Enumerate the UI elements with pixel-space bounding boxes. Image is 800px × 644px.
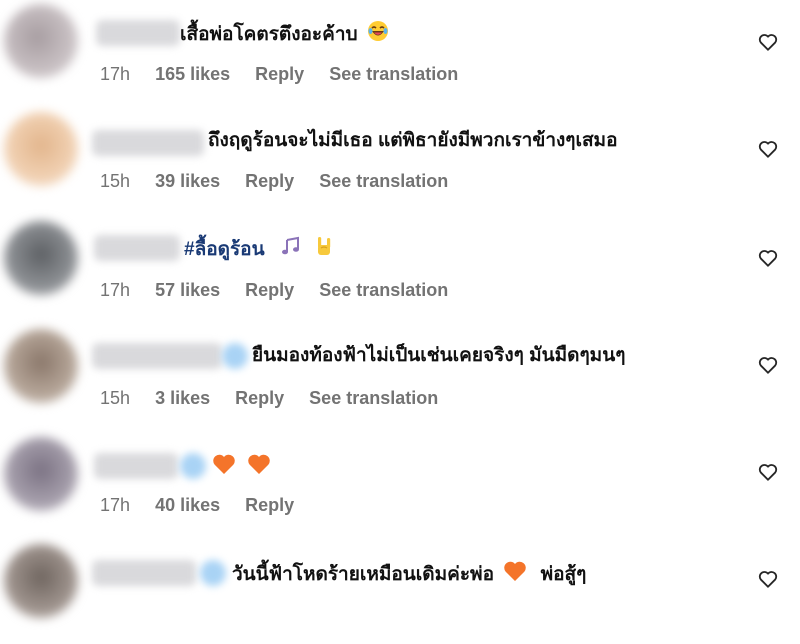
verified-badge-icon (222, 343, 248, 369)
reply-button[interactable]: Reply (255, 64, 304, 84)
heart-outline-icon[interactable] (757, 138, 779, 160)
see-translation-button[interactable]: See translation (319, 171, 448, 191)
see-translation-button[interactable]: See translation (319, 280, 448, 300)
avatar[interactable] (4, 437, 78, 511)
likes-count[interactable]: 57 likes (155, 280, 220, 300)
orange-heart-emoji (503, 560, 527, 590)
comment-item: 17h 40 likes Reply (0, 433, 800, 537)
heart-outline-icon[interactable] (757, 354, 779, 376)
comment-text (210, 453, 271, 483)
comment-text: ถึงฤดูร้อนจะไม่มีเธอ แต่พิธายังมีพวกเราข… (208, 128, 618, 154)
likes-count[interactable]: 3 likes (155, 388, 210, 408)
comment-item: เสื้อพ่อโคตรตึงอะค้าบ 17h 165 likes Repl… (0, 0, 800, 104)
avatar[interactable] (4, 329, 78, 403)
verified-badge-icon (180, 453, 206, 479)
reply-button[interactable]: Reply (235, 388, 284, 408)
username-blurred[interactable] (92, 343, 222, 369)
avatar[interactable] (4, 221, 78, 295)
reply-button[interactable]: Reply (245, 495, 294, 515)
heart-outline-icon[interactable] (757, 31, 779, 53)
comment-item: ยืนมองท้องฟ้าไม่เป็นเช่นเคยจริงๆ มันมืดๆ… (0, 325, 800, 429)
comment-meta: 17h 40 likes Reply (100, 494, 314, 516)
avatar[interactable] (4, 544, 78, 618)
see-translation-button[interactable]: See translation (329, 64, 458, 84)
avatar[interactable] (4, 4, 78, 78)
comment-text: เสื้อพ่อโคตรตึงอะค้าบ (180, 20, 389, 50)
username-blurred[interactable] (94, 453, 178, 479)
heart-outline-icon[interactable] (757, 461, 779, 483)
likes-count[interactable]: 165 likes (155, 64, 230, 84)
timestamp: 15h (100, 388, 131, 408)
timestamp: 17h (100, 64, 131, 84)
heart-outline-icon[interactable] (757, 247, 779, 269)
orange-heart-emoji (247, 453, 271, 483)
heart-outline-icon[interactable] (757, 568, 779, 590)
see-translation-button[interactable]: See translation (309, 388, 438, 408)
laughing-face-emoji (367, 20, 389, 50)
comment-meta: 17h 165 likes Reply See translation (100, 63, 478, 85)
username-blurred[interactable] (96, 20, 180, 46)
verified-badge-icon (200, 560, 226, 586)
comment-text: ยืนมองท้องฟ้าไม่เป็นเช่นเคยจริงๆ มันมืดๆ… (252, 343, 625, 369)
comment-text: วันนี้ฟ้าโหดร้ายเหมือนเดิมค่ะพ่อ พ่อสู้ๆ (232, 560, 586, 590)
likes-count[interactable]: 40 likes (155, 495, 220, 515)
comment-meta: 17h 57 likes Reply See translation (100, 279, 468, 301)
comment-body: เสื้อพ่อโคตรตึงอะค้าบ (180, 24, 358, 46)
comment-item: #ลื้อดูร้อน 17h 57 likes Reply See trans… (0, 217, 800, 321)
comment-body: ถึงฤดูร้อนจะไม่มีเธอ แต่พิธายังมีพวกเราข… (208, 130, 618, 151)
likes-count[interactable]: 39 likes (155, 171, 220, 191)
timestamp: 15h (100, 171, 131, 191)
username-blurred[interactable] (94, 235, 180, 261)
orange-heart-emoji (212, 453, 236, 483)
comment-body-tail: พ่อสู้ๆ (540, 564, 587, 586)
timestamp: 17h (100, 280, 131, 300)
hashtag-link[interactable]: #ลื้อดูร้อน (184, 239, 265, 260)
username-blurred[interactable] (92, 560, 196, 586)
reply-button[interactable]: Reply (245, 171, 294, 191)
avatar[interactable] (4, 112, 78, 186)
comment-item: วันนี้ฟ้าโหดร้ายเหมือนเดิมค่ะพ่อ พ่อสู้ๆ (0, 540, 800, 644)
comment-body: ยืนมองท้องฟ้าไม่เป็นเช่นเคยจริงๆ มันมืดๆ… (252, 345, 626, 366)
rock-hand-emoji (313, 235, 335, 265)
comment-item: ถึงฤดูร้อนจะไม่มีเธอ แต่พิธายังมีพวกเราข… (0, 108, 800, 212)
comment-meta: 15h 3 likes Reply See translation (100, 387, 458, 409)
comment-body: วันนี้ฟ้าโหดร้ายเหมือนเดิมค่ะพ่อ (232, 564, 494, 586)
comment-text: #ลื้อดูร้อน (184, 235, 335, 265)
reply-button[interactable]: Reply (245, 280, 294, 300)
comment-meta: 15h 39 likes Reply See translation (100, 170, 468, 192)
timestamp: 17h (100, 495, 131, 515)
music-notes-emoji (280, 235, 302, 265)
username-blurred[interactable] (92, 130, 204, 156)
